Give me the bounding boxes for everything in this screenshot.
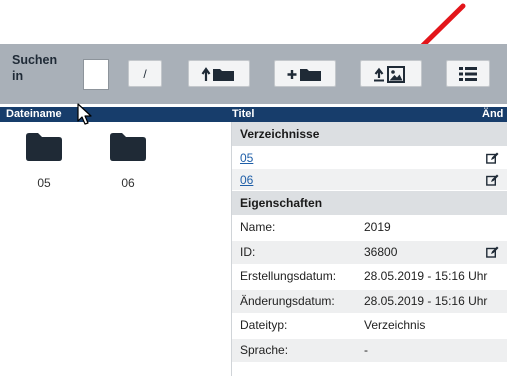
property-row: Änderungsdatum: 28.05.2019 - 15:16 Uhr [232,289,507,314]
directory-link[interactable]: 05 [240,151,253,165]
folder-name: 06 [121,176,135,190]
image-upload-icon [374,65,405,83]
property-row: Sprache: - [232,338,507,363]
property-value: 28.05.2019 - 15:16 Uhr [364,269,488,283]
search-input[interactable] [83,59,109,90]
property-value: 36800 [364,244,398,259]
property-row: ID: 36800 [232,240,507,265]
property-value: 28.05.2019 - 15:16 Uhr [364,293,488,308]
mouse-cursor-icon [77,103,92,125]
directory-row: 05 [232,147,507,169]
upload-image-button[interactable] [360,60,422,87]
new-folder-button[interactable] [274,60,336,87]
folder-item[interactable]: 06 [98,132,158,190]
folder-plus-icon [287,68,321,81]
folder-item[interactable]: 05 [14,132,74,190]
property-value: Verzeichnis [364,318,426,332]
folder-icon [110,133,146,161]
list-icon [459,66,477,81]
toolbar: Suchen in / [0,44,507,104]
slash-label: / [143,66,147,81]
property-key: ID: [240,244,256,259]
edit-icon[interactable] [486,152,499,164]
property-value: - [364,342,368,357]
search-label: Suchen in [12,53,58,83]
properties-heading: Eigenschaften [232,191,507,216]
column-filename[interactable]: Dateiname [6,108,62,120]
property-row: Name: 2019 [232,216,507,241]
folder-name: 05 [37,176,51,190]
edit-icon[interactable] [486,174,499,186]
property-row: Erstellungsdatum: 28.05.2019 - 15:16 Uhr [232,265,507,290]
property-key: Änderungsdatum: [240,293,335,308]
folder-up-button[interactable] [188,60,250,87]
property-value: 2019 [364,220,391,234]
folder-up-icon [201,66,234,81]
column-title[interactable]: Titel [232,108,254,120]
directory-row: 06 [232,169,507,191]
list-view-button[interactable] [446,60,490,87]
property-key: Dateityp: [240,318,288,332]
property-row: Dateityp: Verzeichnis [232,314,507,339]
property-key: Name: [240,220,276,234]
root-path-button[interactable]: / [128,60,162,87]
directories-heading: Verzeichnisse [232,122,507,147]
folder-icon [26,133,62,161]
property-key: Erstellungsdatum: [240,269,337,283]
column-changed[interactable]: Änd [482,108,503,120]
directory-link[interactable]: 06 [240,173,253,187]
details-panel: Verzeichnisse 05 06 Eigenschaften Name: … [232,122,507,363]
property-key: Sprache: [240,342,289,357]
edit-icon[interactable] [486,246,499,258]
